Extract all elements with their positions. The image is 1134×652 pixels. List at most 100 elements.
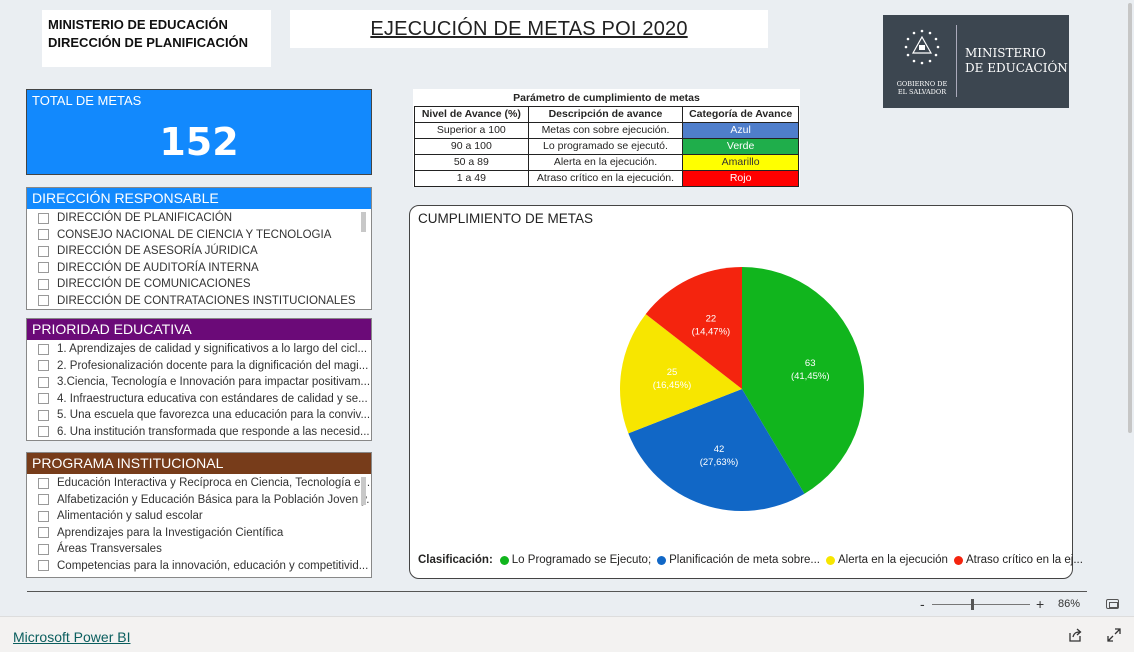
fullscreen-icon[interactable] [1106,627,1122,643]
slice-percent-label: (16,45%) [653,380,692,391]
legend-dot-icon [657,555,667,565]
page-scroll-thumb[interactable] [1128,3,1132,433]
slicer-scrollbar[interactable] [361,212,366,232]
checkbox[interactable] [38,212,49,224]
param-header-nivel: Nivel de Avance (%) [414,105,529,123]
slicer-item-label: DIRECCIÓN DE PLANIFICACIÓN [57,212,233,225]
slicer-item-label: Competencias para la innovación, educaci… [57,559,369,572]
fit-to-page-icon[interactable] [1106,599,1119,609]
slicer-item[interactable]: Competencias para la innovación, educaci… [38,558,370,575]
param-categoria-cell: Amarillo [682,153,799,171]
slicer-items: 1. Aprendizajes de calidad y significati… [27,340,371,440]
param-header-descripcion: Descripción de avance [527,105,684,123]
legend-dot-icon [499,555,509,565]
param-descripcion-cell: Atraso crítico en la ejecución. [527,169,684,187]
slicer-item[interactable]: 3.Ciencia, Tecnología e Innovación para … [38,374,370,391]
slicer-title: PROGRAMA INSTITUCIONAL [27,453,371,474]
checkbox[interactable] [38,477,49,489]
slicer-item[interactable]: 2. Profesionalización docente para la di… [38,358,370,375]
checkbox[interactable] [38,426,49,438]
org-line-2: DIRECCIÓN DE PLANIFICACIÓN [48,35,249,50]
checkbox[interactable] [38,409,49,421]
report-title-card: EJECUCIÓN DE METAS POI 2020 [290,10,768,48]
checkbox[interactable] [38,543,49,555]
slicer-item[interactable]: DIRECCIÓN DE AUDITORÍA INTERNA [38,260,370,277]
slicer-item[interactable]: DIRECCIÓN DE ASESORÍA JÚRIDICA [38,243,370,260]
slicer-item-label: DIRECCIÓN DE AUDITORÍA INTERNA [57,261,259,274]
param-row: 50 a 89 Alerta en la ejecución. Amarillo [414,153,799,171]
zoom-slider-track[interactable] [932,604,1030,605]
share-icon[interactable] [1067,627,1083,643]
legend-entry[interactable]: Atraso crítico en la ej... [953,554,1083,566]
param-row: 1 a 49 Atraso crítico en la ejecución. Roj… [414,169,799,187]
slicer-item[interactable]: 6. Una institución transformada que resp… [38,424,370,441]
checkbox[interactable] [38,527,49,539]
slicer-item[interactable]: Áreas Transversales [38,541,370,558]
org-line-1: MINISTERIO DE EDUCACIÓN [48,17,228,32]
chart-legend: Clasificación: Lo Programado se Ejecuto;… [418,554,1089,566]
zoom-level: 86% [1058,598,1081,610]
slicer-item[interactable]: DIRECCIÓN DE CONTRATACIONES INSTITUCIONA… [38,293,370,310]
zoom-out-button[interactable]: - [920,596,925,612]
total-label: TOTAL DE METAS [32,93,142,108]
slicer-item[interactable]: Educación Interactiva y Recíproca en Cie… [38,475,370,492]
slicer-prioridad-educativa[interactable]: PRIORIDAD EDUCATIVA 1. Aprendizajes de c… [26,318,372,441]
slicer-title: PRIORIDAD EDUCATIVA [27,319,371,340]
checkbox[interactable] [38,376,49,388]
param-descripcion-cell: Metas con sobre ejecución. [527,121,684,139]
legend-label: Planificación de meta sobre... [669,554,820,566]
slicer-item-label: Alimentación y salud escolar [57,510,203,523]
param-nivel-cell: 90 a 100 [414,137,529,155]
checkbox[interactable] [38,510,49,522]
slice-percent-label: (14,47%) [692,326,731,337]
checkbox[interactable] [38,343,49,355]
checkbox[interactable] [38,560,49,572]
slicer-item-label: Aprendizajes para la Investigación Cient… [57,526,284,539]
cumplimiento-chart-card[interactable]: CUMPLIMIENTO DE METAS 63 (41,45%) 42 (27,63… [409,205,1083,579]
checkbox[interactable] [38,245,49,257]
checkbox[interactable] [38,278,49,290]
total-value: 152 [159,120,239,164]
slicer-item[interactable]: Aprendizajes para la Investigación Cient… [38,525,370,542]
slice-value-label: 42 [714,444,725,455]
slicer-item[interactable]: 4. Infraestructura educativa con estánda… [38,391,370,408]
page-scrollbar[interactable] [1126,0,1134,590]
checkbox[interactable] [38,494,49,506]
slicer-item-label: DIRECCIÓN DE COMUNICACIONES [57,278,251,291]
param-categoria-cell: Verde [682,137,799,155]
parametro-cumplimiento-table: Parámetro de cumplimiento de metas Nivel… [413,89,800,187]
slicer-item[interactable]: 1. Aprendizajes de calidad y significati… [38,341,370,358]
param-table-title: Parámetro de cumplimiento de metas [513,92,700,105]
slicer-item[interactable]: DIRECCIÓN DE PLANIFICACIÓN [38,210,370,227]
param-categoria-cell: Azul [682,121,799,139]
legend-entry[interactable]: Planificación de meta sobre... [657,554,820,566]
checkbox[interactable] [38,229,49,241]
checkbox[interactable] [38,295,49,307]
zoom-in-button[interactable]: + [1036,596,1044,612]
slicer-item-label: 2. Profesionalización docente para la di… [57,359,369,372]
checkbox[interactable] [38,393,49,405]
slicer-programa-institucional[interactable]: PROGRAMA INSTITUCIONAL Educación Interac… [26,452,372,578]
powerbi-link[interactable]: Microsoft Power BI [13,629,130,645]
slicer-item[interactable]: 5. Una escuela que favorezca una educaci… [38,407,370,424]
legend-entry[interactable]: Lo Programado se Ejecuto; [499,554,651,566]
zoom-slider-thumb[interactable] [971,599,975,610]
checkbox[interactable] [38,262,49,274]
slicer-item-label: Educación Interactiva y Recíproca en Cie… [57,477,370,490]
checkbox[interactable] [38,360,49,372]
slicer-direccion-responsable[interactable]: DIRECCIÓN RESPONSABLE DIRECCIÓN DE PLANI… [26,187,372,310]
slicer-scrollbar[interactable] [361,477,366,505]
legend-entry[interactable]: Alerta en la ejecución [826,554,948,566]
slice-value-label: 25 [667,367,678,378]
page-bottom-divider [27,591,1087,592]
slicer-item[interactable]: Alfabetización y Educación Básica para l… [38,492,370,509]
zoom-bar: - + 86% [0,593,1134,615]
slicer-item[interactable]: Alimentación y salud escolar [38,508,370,525]
gov-caption: GOBIERNO DE EL SALVADOR [896,80,948,96]
slicer-item[interactable]: DIRECCIÓN DE COMUNICACIONES [38,276,370,293]
pie-chart[interactable]: 63 (41,45%) 42 (27,63%) 25 (16,45%) 22 (14,47%) [410,206,1070,546]
powerbi-footer: Microsoft Power BI [0,616,1134,652]
slicer-item[interactable]: CONSEJO NACIONAL DE CIENCIA Y TECNOLOGIA [38,227,370,244]
slicer-title: DIRECCIÓN RESPONSABLE [27,188,371,209]
slicer-item-label: Áreas Transversales [57,543,162,556]
